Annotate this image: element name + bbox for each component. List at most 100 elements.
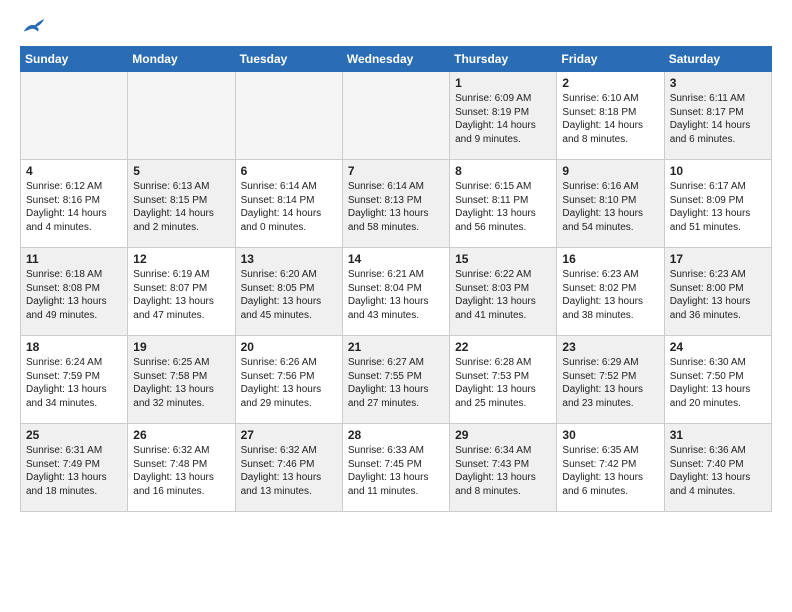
calendar-cell: 10Sunrise: 6:17 AM Sunset: 8:09 PM Dayli… (664, 160, 771, 248)
day-info: Sunrise: 6:10 AM Sunset: 8:18 PM Dayligh… (562, 92, 658, 146)
calendar-cell: 5Sunrise: 6:13 AM Sunset: 8:15 PM Daylig… (128, 160, 235, 248)
day-info: Sunrise: 6:32 AM Sunset: 7:48 PM Dayligh… (133, 444, 229, 498)
day-info: Sunrise: 6:28 AM Sunset: 7:53 PM Dayligh… (455, 356, 551, 410)
day-info: Sunrise: 6:13 AM Sunset: 8:15 PM Dayligh… (133, 180, 229, 234)
day-info: Sunrise: 6:33 AM Sunset: 7:45 PM Dayligh… (348, 444, 444, 498)
day-number: 7 (348, 164, 444, 178)
calendar-cell: 9Sunrise: 6:16 AM Sunset: 8:10 PM Daylig… (557, 160, 664, 248)
week-row-3: 11Sunrise: 6:18 AM Sunset: 8:08 PM Dayli… (21, 248, 772, 336)
day-info: Sunrise: 6:26 AM Sunset: 7:56 PM Dayligh… (241, 356, 337, 410)
day-number: 18 (26, 340, 122, 354)
day-info: Sunrise: 6:30 AM Sunset: 7:50 PM Dayligh… (670, 356, 766, 410)
header-cell-wednesday: Wednesday (342, 47, 449, 72)
calendar-cell (21, 72, 128, 160)
calendar-cell: 12 Sunrise: 6:19 AM Sunset: 8:07 PM Dayli… (128, 248, 235, 336)
day-number: 15 (455, 252, 551, 266)
day-number: 8 (455, 164, 551, 178)
day-info: Sunrise: 6:12 AM Sunset: 8:16 PM Dayligh… (26, 180, 122, 234)
day-number: 6 (241, 164, 337, 178)
calendar-cell: 30 Sunrise: 6:35 AM Sunset: 7:42 PM Dayli… (557, 424, 664, 512)
week-row-2: 4 Sunrise: 6:12 AM Sunset: 8:16 PM Daylig… (21, 160, 772, 248)
day-info: Sunrise: 6:19 AM Sunset: 8:07 PM Dayligh… (133, 268, 229, 322)
day-number: 24 (670, 340, 766, 354)
day-info: Sunrise: 6:21 AM Sunset: 8:04 PM Dayligh… (348, 268, 444, 322)
calendar-cell: 11Sunrise: 6:18 AM Sunset: 8:08 PM Dayli… (21, 248, 128, 336)
logo (20, 16, 46, 36)
calendar-cell: 17Sunrise: 6:23 AM Sunset: 8:00 PM Dayli… (664, 248, 771, 336)
day-info: Sunrise: 6:24 AM Sunset: 7:59 PM Dayligh… (26, 356, 122, 410)
header-cell-sunday: Sunday (21, 47, 128, 72)
calendar-cell: 13Sunrise: 6:20 AM Sunset: 8:05 PM Dayli… (235, 248, 342, 336)
header-cell-friday: Friday (557, 47, 664, 72)
calendar-cell: 1 Sunrise: 6:09 AM Sunset: 8:19 PM Daylig… (450, 72, 557, 160)
page: SundayMondayTuesdayWednesdayThursdayFrid… (0, 0, 792, 522)
day-info: Sunrise: 6:18 AM Sunset: 8:08 PM Dayligh… (26, 268, 122, 322)
day-info: Sunrise: 6:36 AM Sunset: 7:40 PM Dayligh… (670, 444, 766, 498)
calendar-cell (235, 72, 342, 160)
day-info: Sunrise: 6:31 AM Sunset: 7:49 PM Dayligh… (26, 444, 122, 498)
header (20, 16, 772, 36)
day-info: Sunrise: 6:34 AM Sunset: 7:43 PM Dayligh… (455, 444, 551, 498)
calendar-cell: 7 Sunrise: 6:14 AM Sunset: 8:13 PM Daylig… (342, 160, 449, 248)
calendar-cell: 14 Sunrise: 6:21 AM Sunset: 8:04 PM Dayli… (342, 248, 449, 336)
day-number: 2 (562, 76, 658, 90)
day-number: 19 (133, 340, 229, 354)
calendar-cell: 27 Sunrise: 6:32 AM Sunset: 7:46 PM Dayli… (235, 424, 342, 512)
day-number: 4 (26, 164, 122, 178)
calendar-cell: 29 Sunrise: 6:34 AM Sunset: 7:43 PM Dayli… (450, 424, 557, 512)
header-cell-monday: Monday (128, 47, 235, 72)
day-number: 29 (455, 428, 551, 442)
header-row: SundayMondayTuesdayWednesdayThursdayFrid… (21, 47, 772, 72)
calendar-cell: 15 Sunrise: 6:22 AM Sunset: 8:03 PM Dayli… (450, 248, 557, 336)
week-row-4: 18 Sunrise: 6:24 AM Sunset: 7:59 PM Dayli… (21, 336, 772, 424)
calendar-cell: 25 Sunrise: 6:31 AM Sunset: 7:49 PM Dayli… (21, 424, 128, 512)
day-number: 30 (562, 428, 658, 442)
day-number: 25 (26, 428, 122, 442)
day-number: 28 (348, 428, 444, 442)
day-number: 23 (562, 340, 658, 354)
day-info: Sunrise: 6:14 AM Sunset: 8:14 PM Dayligh… (241, 180, 337, 234)
day-number: 9 (562, 164, 658, 178)
week-row-5: 25 Sunrise: 6:31 AM Sunset: 7:49 PM Dayli… (21, 424, 772, 512)
day-info: Sunrise: 6:11 AM Sunset: 8:17 PM Dayligh… (670, 92, 766, 146)
day-number: 14 (348, 252, 444, 266)
day-info: Sunrise: 6:17 AM Sunset: 8:09 PM Dayligh… (670, 180, 766, 234)
day-info: Sunrise: 6:23 AM Sunset: 8:02 PM Dayligh… (562, 268, 658, 322)
day-info: Sunrise: 6:20 AM Sunset: 8:05 PM Dayligh… (241, 268, 337, 322)
header-cell-tuesday: Tuesday (235, 47, 342, 72)
day-info: Sunrise: 6:25 AM Sunset: 7:58 PM Dayligh… (133, 356, 229, 410)
calendar-cell: 6 Sunrise: 6:14 AM Sunset: 8:14 PM Daylig… (235, 160, 342, 248)
day-number: 27 (241, 428, 337, 442)
calendar-cell: 4 Sunrise: 6:12 AM Sunset: 8:16 PM Daylig… (21, 160, 128, 248)
calendar-cell (342, 72, 449, 160)
day-info: Sunrise: 6:32 AM Sunset: 7:46 PM Dayligh… (241, 444, 337, 498)
day-number: 20 (241, 340, 337, 354)
day-info: Sunrise: 6:22 AM Sunset: 8:03 PM Dayligh… (455, 268, 551, 322)
day-number: 26 (133, 428, 229, 442)
day-number: 16 (562, 252, 658, 266)
day-number: 1 (455, 76, 551, 90)
day-number: 31 (670, 428, 766, 442)
day-info: Sunrise: 6:35 AM Sunset: 7:42 PM Dayligh… (562, 444, 658, 498)
calendar-cell: 22Sunrise: 6:28 AM Sunset: 7:53 PM Dayli… (450, 336, 557, 424)
header-cell-saturday: Saturday (664, 47, 771, 72)
week-row-1: 1 Sunrise: 6:09 AM Sunset: 8:19 PM Daylig… (21, 72, 772, 160)
day-info: Sunrise: 6:14 AM Sunset: 8:13 PM Dayligh… (348, 180, 444, 234)
day-info: Sunrise: 6:27 AM Sunset: 7:55 PM Dayligh… (348, 356, 444, 410)
calendar-cell: 28 Sunrise: 6:33 AM Sunset: 7:45 PM Dayli… (342, 424, 449, 512)
calendar-cell: 2 Sunrise: 6:10 AM Sunset: 8:18 PM Daylig… (557, 72, 664, 160)
day-info: Sunrise: 6:09 AM Sunset: 8:19 PM Dayligh… (455, 92, 551, 146)
logo-bird-icon (22, 16, 46, 36)
calendar-cell: 18 Sunrise: 6:24 AM Sunset: 7:59 PM Dayli… (21, 336, 128, 424)
day-info: Sunrise: 6:23 AM Sunset: 8:00 PM Dayligh… (670, 268, 766, 322)
day-number: 3 (670, 76, 766, 90)
calendar-cell: 20 Sunrise: 6:26 AM Sunset: 7:56 PM Dayli… (235, 336, 342, 424)
calendar-table: SundayMondayTuesdayWednesdayThursdayFrid… (20, 46, 772, 512)
calendar-cell: 26 Sunrise: 6:32 AM Sunset: 7:48 PM Dayli… (128, 424, 235, 512)
day-number: 21 (348, 340, 444, 354)
day-info: Sunrise: 6:29 AM Sunset: 7:52 PM Dayligh… (562, 356, 658, 410)
calendar-cell: 19 Sunrise: 6:25 AM Sunset: 7:58 PM Dayli… (128, 336, 235, 424)
calendar-cell: 23 Sunrise: 6:29 AM Sunset: 7:52 PM Dayli… (557, 336, 664, 424)
calendar-cell: 16 Sunrise: 6:23 AM Sunset: 8:02 PM Dayli… (557, 248, 664, 336)
day-number: 12 (133, 252, 229, 266)
